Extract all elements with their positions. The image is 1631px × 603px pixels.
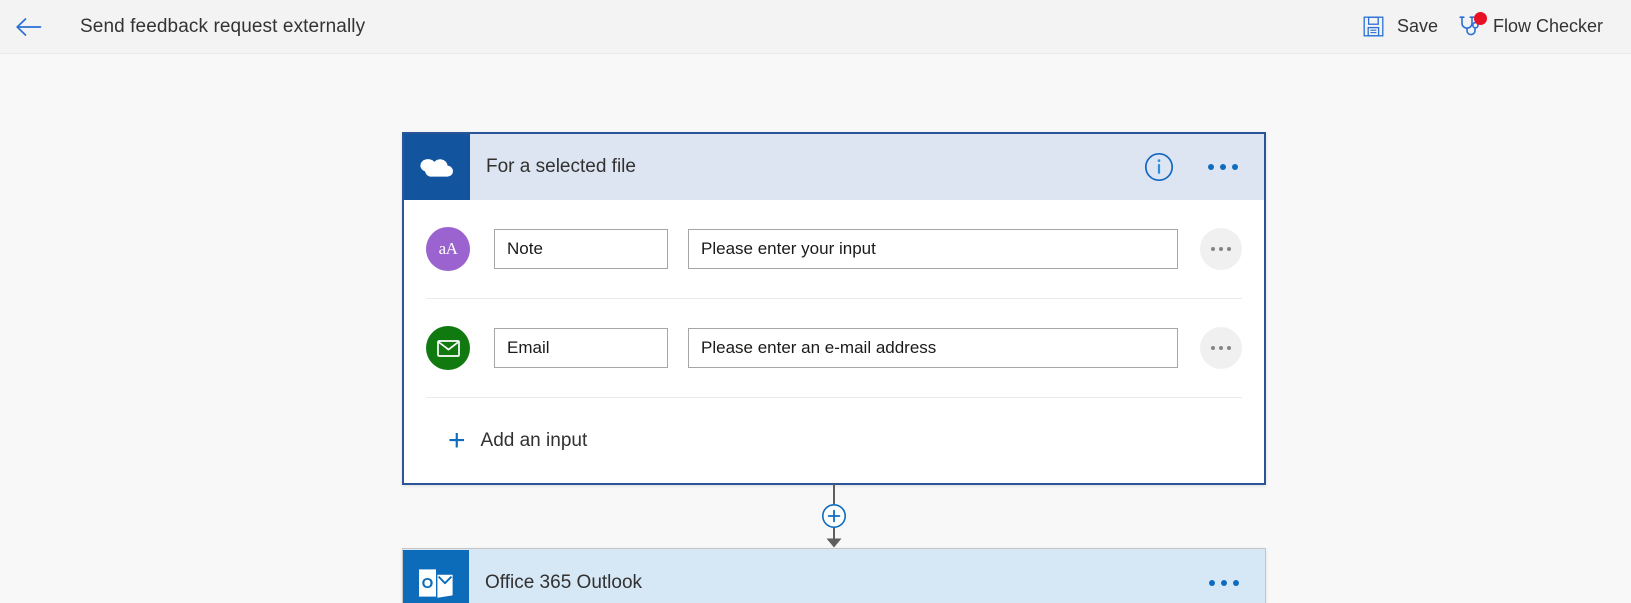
info-circle-icon[interactable] [1142,150,1176,184]
plus-icon: + [448,426,466,456]
flow-checker-alert-badge [1474,12,1487,25]
ellipsis-dot [1219,346,1223,350]
ellipsis-dot [1211,247,1215,251]
input-row-menu-button-note[interactable] [1200,228,1242,270]
trigger-card-for-a-selected-file[interactable]: For a selected file [402,132,1266,485]
text-input-icon: aA [426,227,470,271]
command-bar-actions: Save Flow Checker [1352,0,1631,54]
flow-checker-button-label: Flow Checker [1493,16,1603,37]
action-card-header-actions [1201,570,1265,596]
ellipsis-dot [1232,164,1238,170]
trigger-card-menu-button[interactable] [1200,154,1246,180]
trigger-card-title: For a selected file [486,156,636,178]
input-value-field-note[interactable]: Please enter your input [688,229,1178,269]
flow-checker-button[interactable]: Flow Checker [1448,0,1613,54]
ellipsis-dot [1219,247,1223,251]
input-title-field-email[interactable]: Email [494,328,668,368]
save-floppy-icon [1362,15,1386,39]
action-card-title: Office 365 Outlook [485,572,642,594]
input-title-field-note[interactable]: Note [494,229,668,269]
page-title: Send feedback request externally [80,16,365,38]
save-button[interactable]: Save [1352,0,1448,54]
text-input-icon-glyph: aA [439,239,458,259]
ellipsis-dot [1221,580,1227,586]
ellipsis-dot [1220,164,1226,170]
flow-canvas: For a selected file [0,54,1631,603]
command-bar: Send feedback request externally Save [0,0,1631,54]
email-envelope-icon [426,326,470,370]
svg-text:O: O [422,575,434,592]
back-button[interactable] [0,0,58,54]
action-card-header[interactable]: O Office 365 Outlook [403,549,1265,603]
action-card-office-365-outlook[interactable]: O Office 365 Outlook [402,548,1266,603]
add-an-input-label: Add an input [481,430,588,452]
save-button-label: Save [1397,16,1438,37]
ellipsis-dot [1227,346,1231,350]
trigger-card-header[interactable]: For a selected file [404,134,1264,200]
ellipsis-dot [1227,247,1231,251]
outlook-icon: O [403,550,469,603]
onedrive-cloud-icon [404,134,470,200]
ellipsis-dot [1233,580,1239,586]
add-an-input-button[interactable]: + Add an input [426,398,1242,483]
ellipsis-dot [1209,580,1215,586]
trigger-card-header-actions [1142,150,1264,184]
step-connector[interactable] [817,484,851,550]
action-card-menu-button[interactable] [1201,570,1247,596]
ellipsis-dot [1211,346,1215,350]
ellipsis-dot [1208,164,1214,170]
trigger-card-body: aA Note Please enter your input [404,200,1264,483]
input-value-field-email[interactable]: Please enter an e-mail address [688,328,1178,368]
trigger-input-row: aA Note Please enter your input [426,200,1242,299]
trigger-input-row: Email Please enter an e-mail address [426,299,1242,398]
stethoscope-icon [1458,15,1482,39]
input-row-menu-button-email[interactable] [1200,327,1242,369]
arrow-left-icon [15,17,43,37]
